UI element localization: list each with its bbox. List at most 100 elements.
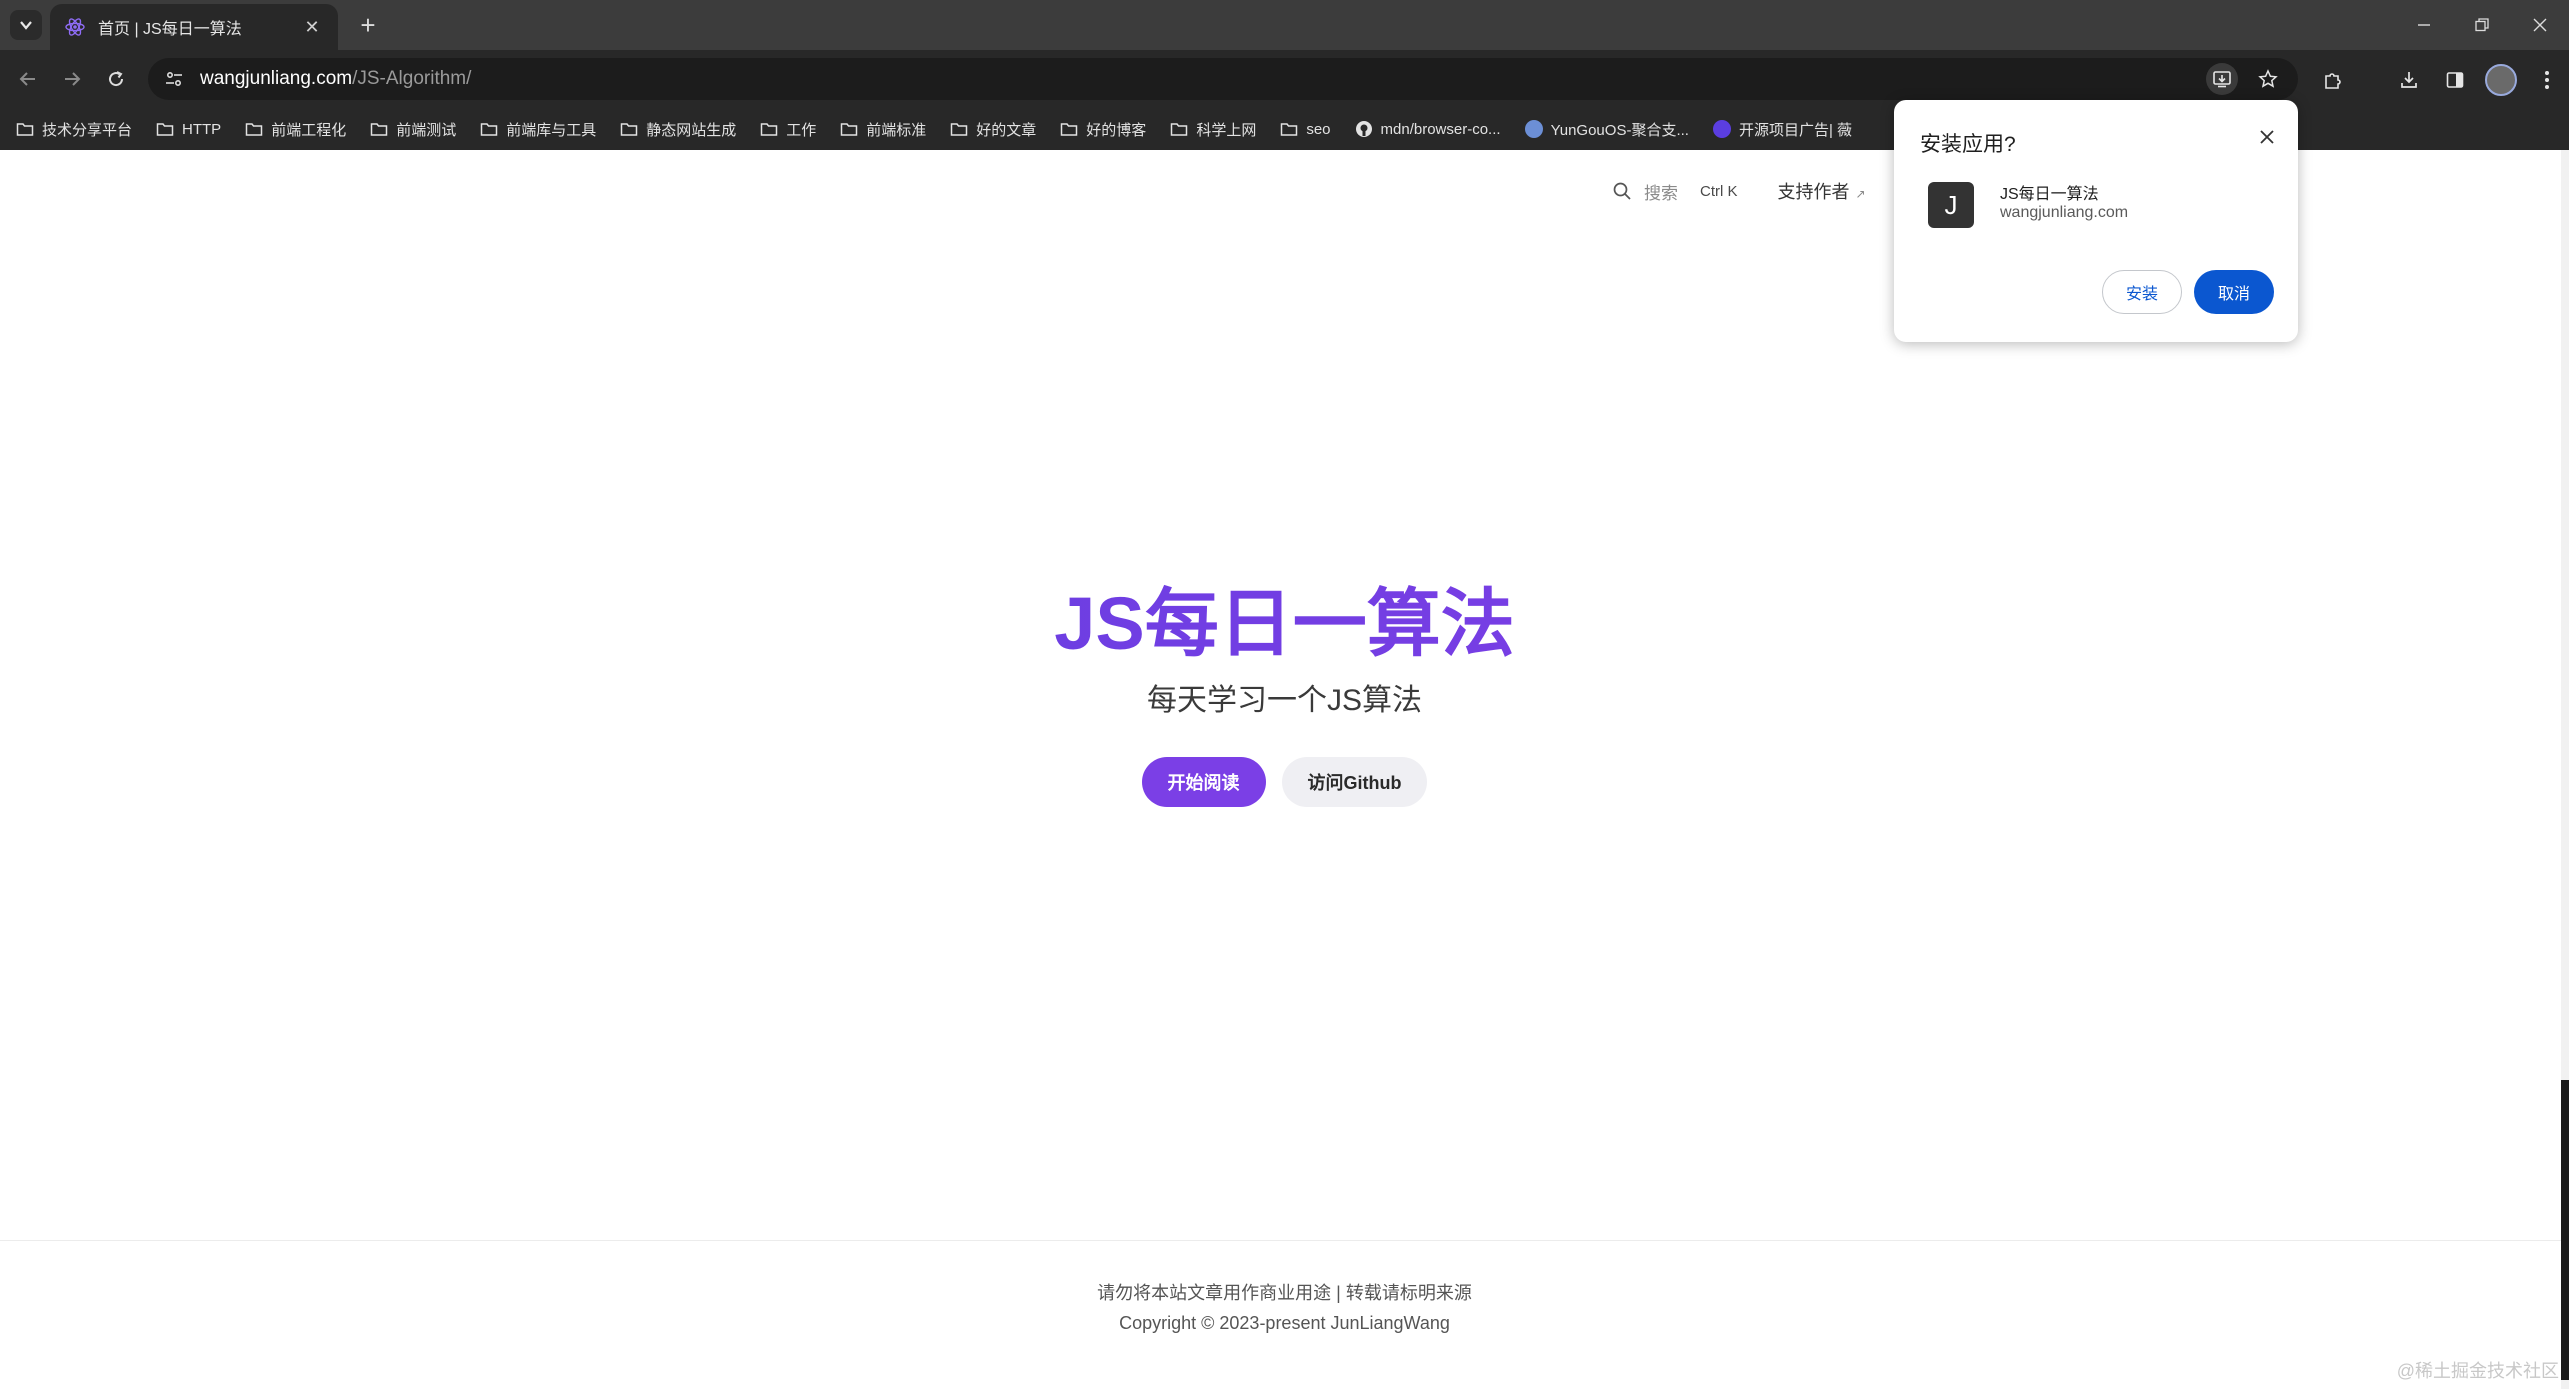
tab-search-button[interactable]: [10, 10, 42, 40]
folder-icon: [951, 123, 968, 136]
hero-tagline: 每天学习一个JS算法: [1146, 683, 1422, 717]
url-host: wangjunliang.com: [200, 68, 353, 89]
dialog-close-button[interactable]: [2254, 124, 2280, 150]
site-favicon-icon: [1712, 120, 1731, 138]
side-panel-icon: [2446, 72, 2464, 88]
bookmark-item[interactable]: 前端标准: [840, 119, 926, 140]
site-settings-icon[interactable]: [164, 69, 184, 89]
support-author-label: 支持作者: [1777, 182, 1850, 202]
install-dialog-title: 安装应用?: [1920, 133, 2016, 156]
folder-icon: [761, 123, 778, 136]
folder-icon: [16, 123, 34, 136]
bookmark-item[interactable]: YunGouOS-聚合支...: [1524, 119, 1689, 140]
reload-button[interactable]: [100, 63, 132, 95]
minimize-button[interactable]: [2395, 0, 2453, 50]
support-author-link[interactable]: 支持作者 ↗: [1778, 178, 1866, 204]
bookmark-item[interactable]: 好的文章: [950, 119, 1036, 140]
download-icon: [2401, 72, 2417, 88]
bookmark-item[interactable]: mdn/browser-co...: [1355, 120, 1501, 138]
site-favicon-icon: [1524, 120, 1543, 138]
cancel-button[interactable]: 取消: [2194, 270, 2274, 314]
profile-button[interactable]: [2484, 63, 2518, 97]
new-tab-button[interactable]: +: [352, 9, 384, 41]
atom-favicon-icon: [65, 18, 85, 36]
bookmark-label: 技术分享平台: [42, 121, 133, 139]
visit-github-button[interactable]: 访问Github: [1281, 756, 1428, 807]
bookmark-label: YunGouOS-聚合支...: [1550, 121, 1689, 139]
github-icon: [1355, 121, 1372, 137]
forward-button[interactable]: [56, 63, 88, 95]
bookmark-item[interactable]: 工作: [760, 119, 816, 140]
bookmark-label: 开源项目广告| 薇: [1738, 121, 1853, 139]
bookmark-label: 静态网站生成: [646, 121, 737, 139]
bookmark-star-button[interactable]: [2252, 63, 2284, 95]
bookmark-item[interactable]: 静态网站生成: [620, 119, 736, 140]
install-app-dialog: 安装应用? J JS每日一算法 wangjunliang.com 安装 取消: [1894, 100, 2298, 342]
url-path: /JS-Algorithm/: [352, 68, 472, 89]
toolbar-actions: [2316, 63, 2564, 97]
bookmark-label: HTTP: [182, 120, 222, 138]
bookmark-label: 前端工程化: [271, 121, 347, 139]
tab-title: 首页 | JS每日一算法: [98, 21, 242, 38]
url-text: wangjunliang.com/JS-Algorithm/: [200, 68, 471, 90]
bookmark-item[interactable]: 前端测试: [370, 119, 456, 140]
puzzle-icon: [2325, 73, 2341, 89]
address-bar-actions: [2206, 63, 2284, 95]
site-nav: 搜索 Ctrl K 支持作者 ↗: [1612, 178, 1866, 204]
tab-close-icon[interactable]: ✕: [300, 17, 324, 38]
install-app-icon: [2213, 71, 2231, 88]
bookmark-item[interactable]: 技术分享平台: [16, 119, 132, 140]
bookmark-item[interactable]: 科学上网: [1170, 119, 1256, 140]
close-icon: [2260, 130, 2274, 144]
footer: 请勿将本站文章用作商业用途 | 转载请标明来源 Copyright © 2023…: [0, 1240, 2569, 1389]
bookmark-label: 好的博客: [1086, 121, 1147, 139]
scrollbar-thumb[interactable]: [2561, 1080, 2569, 1380]
restore-icon: [2475, 18, 2489, 32]
bookmark-item[interactable]: seo: [1280, 120, 1331, 138]
bookmark-label: mdn/browser-co...: [1380, 120, 1501, 138]
browser-tabstrip: 首页 | JS每日一算法 ✕ +: [0, 0, 2569, 50]
install-app-button[interactable]: [2206, 63, 2238, 95]
address-bar[interactable]: wangjunliang.com/JS-Algorithm/: [148, 58, 2298, 100]
install-button[interactable]: 安装: [2102, 270, 2182, 314]
search-button[interactable]: 搜索: [1644, 179, 1678, 204]
start-reading-button[interactable]: 开始阅读: [1141, 756, 1266, 807]
bookmark-label: 前端标准: [866, 121, 927, 139]
side-panel-button[interactable]: [2438, 63, 2472, 97]
bookmark-item[interactable]: 好的博客: [1060, 119, 1146, 140]
search-icon[interactable]: [1612, 181, 1632, 201]
bookmark-item[interactable]: 前端库与工具: [480, 119, 596, 140]
folder-icon: [156, 123, 174, 136]
bookmark-item[interactable]: 前端工程化: [245, 119, 346, 140]
bookmark-item[interactable]: HTTP: [156, 121, 221, 138]
arrow-right-icon: [65, 72, 81, 86]
app-icon: J: [1928, 182, 1974, 228]
restore-button[interactable]: [2453, 0, 2511, 50]
reload-icon: [109, 71, 124, 87]
bookmark-label: 好的文章: [976, 121, 1037, 139]
bookmark-item[interactable]: 开源项目广告| 薇: [1712, 119, 1853, 140]
star-icon: [2258, 69, 2278, 88]
bookmark-label: 科学上网: [1196, 121, 1257, 139]
downloads-button[interactable]: [2392, 63, 2426, 97]
more-vertical-icon: [2545, 71, 2549, 89]
folder-icon: [480, 123, 498, 136]
dialog-actions: 安装 取消: [2102, 270, 2274, 314]
bookmark-label: seo: [1306, 120, 1331, 138]
hero: JS每日一算法 每天学习一个JS算法 开始阅读 访问Github: [0, 580, 2569, 807]
folder-icon: [245, 123, 263, 136]
minimize-icon: [2418, 24, 2430, 26]
close-window-button[interactable]: [2511, 0, 2569, 50]
app-origin: wangjunliang.com: [2000, 204, 2129, 221]
watermark: @稀土掘金技术社区: [2396, 1361, 2559, 1381]
browser-tab-active[interactable]: 首页 | JS每日一算法 ✕: [50, 4, 338, 50]
extensions-button[interactable]: [2316, 63, 2350, 97]
external-link-icon: ↗: [1855, 187, 1866, 201]
folder-icon: [370, 123, 388, 136]
browser-menu-button[interactable]: [2530, 63, 2564, 97]
back-button[interactable]: [12, 63, 44, 95]
bookmark-label: 工作: [786, 121, 817, 139]
close-icon: [2533, 18, 2547, 32]
avatar: [2485, 64, 2517, 96]
search-shortcut: Ctrl K: [1700, 182, 1738, 200]
